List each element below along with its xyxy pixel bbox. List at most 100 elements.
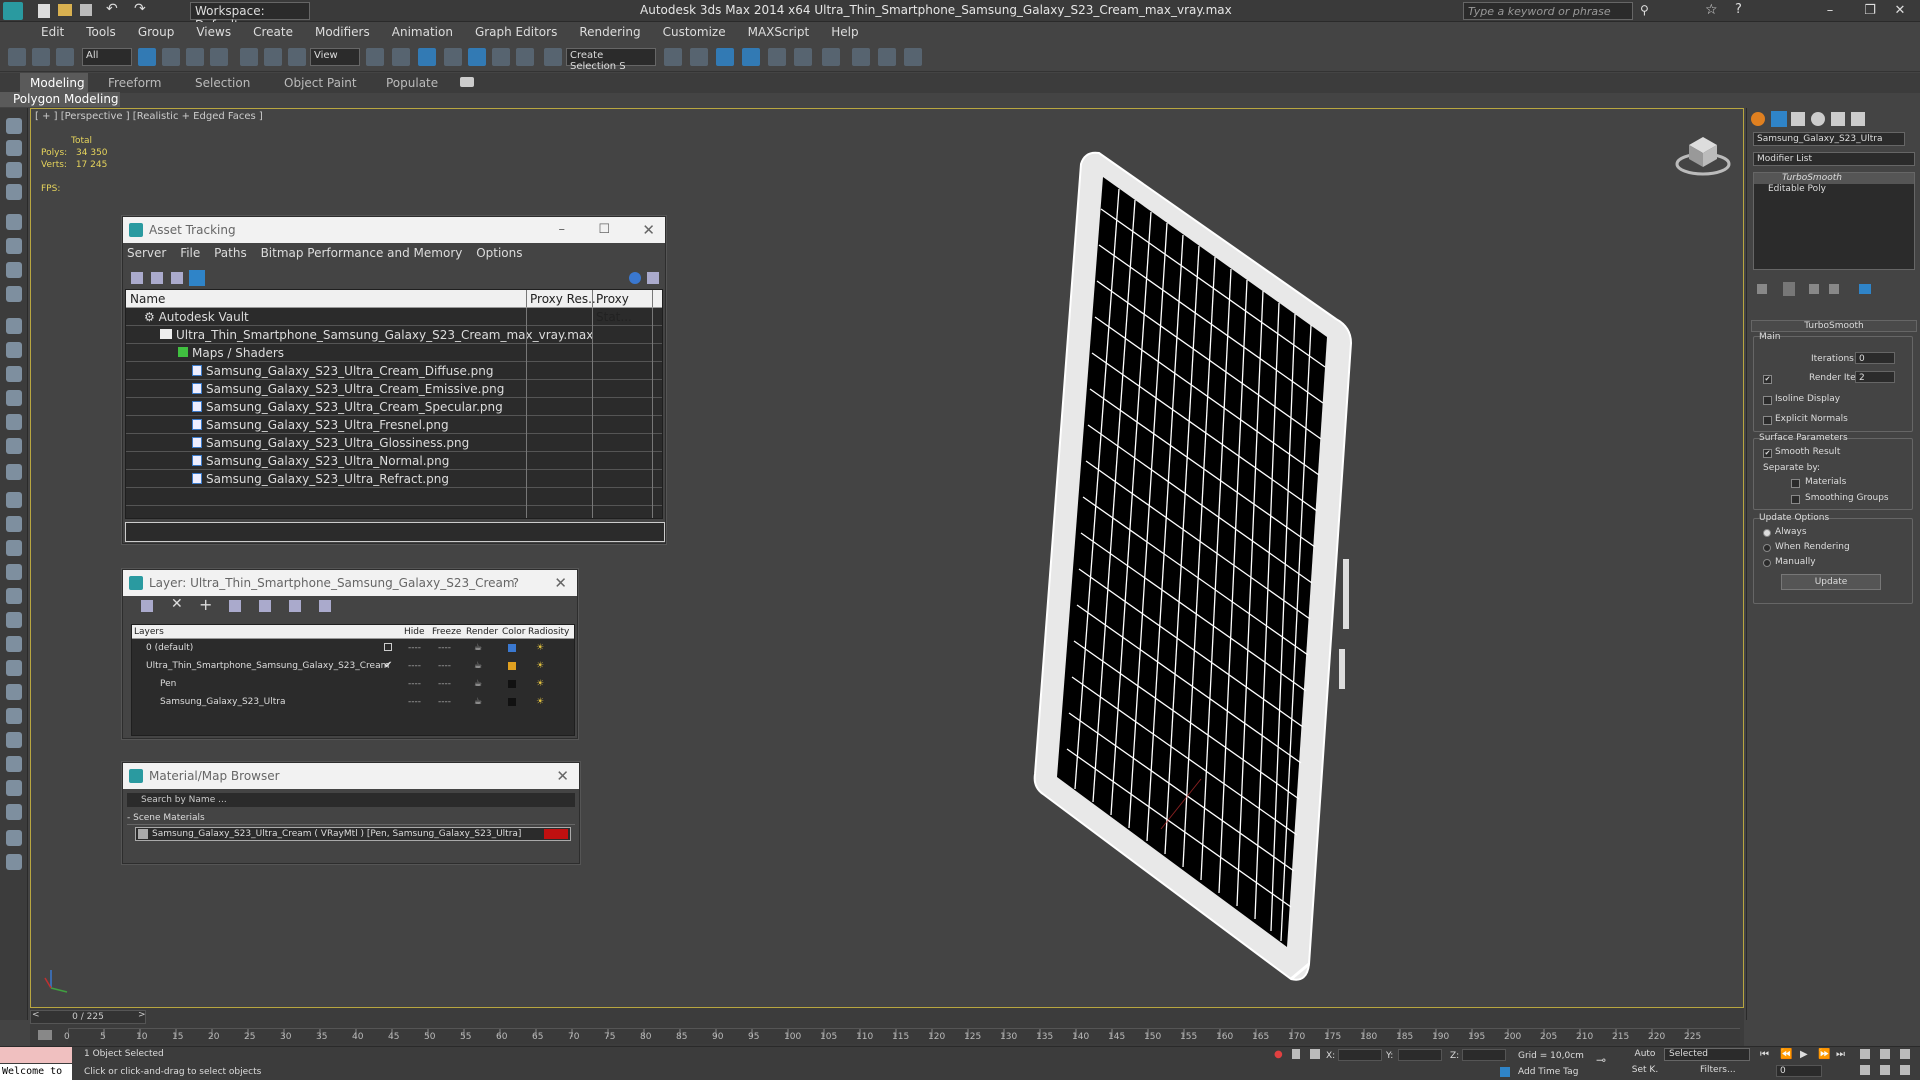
stack-item-turbosmooth[interactable]: TurboSmooth — [1754, 173, 1914, 184]
spinner-snap-icon[interactable] — [516, 48, 534, 66]
ribbon-tab-modeling[interactable]: Modeling — [20, 73, 88, 93]
left-tool-28-icon[interactable] — [6, 780, 22, 796]
layer-color-swatch[interactable] — [508, 680, 516, 688]
new-file-icon[interactable] — [38, 4, 50, 18]
render-teapot-icon[interactable]: ☕ — [474, 657, 482, 675]
asset-help-icon[interactable] — [629, 272, 641, 284]
layer-manager-icon[interactable] — [742, 48, 760, 66]
refresh-icon[interactable] — [131, 272, 143, 284]
ribbon-tab-freeform[interactable]: Freeform — [98, 73, 171, 93]
object-name-field[interactable]: Samsung_Galaxy_S23_Ultra — [1753, 132, 1905, 146]
viewcube-icon[interactable] — [1673, 129, 1733, 179]
materials-checkbox[interactable] — [1791, 479, 1800, 488]
selection-lock-icon[interactable] — [1292, 1049, 1300, 1059]
absolute-mode-icon[interactable] — [1310, 1049, 1320, 1059]
current-layer-check-icon[interactable]: ✔ — [384, 657, 392, 675]
left-tool-30-icon[interactable] — [6, 830, 22, 846]
stack-item-editable-poly[interactable]: Editable Poly — [1754, 184, 1914, 195]
asset-tracking-titlebar[interactable]: Asset Tracking – ☐ ✕ — [123, 217, 665, 243]
render-teapot-icon[interactable]: ☕ — [474, 693, 482, 711]
left-tool-21-icon[interactable] — [6, 612, 22, 628]
smooth-result-checkbox[interactable]: ✔ — [1763, 449, 1772, 458]
left-tool-3-icon[interactable] — [6, 162, 22, 178]
app-logo-icon[interactable] — [3, 2, 23, 20]
layer-row-default[interactable]: 0 (default) ---- ---- ☕ ☀ — [132, 639, 574, 657]
left-tool-8-icon[interactable] — [6, 286, 22, 302]
asset-settings-icon[interactable] — [647, 272, 659, 284]
layer-titlebar[interactable]: Layer: Ultra_Thin_Smartphone_Samsung_Gal… — [123, 570, 577, 596]
left-tool-15-icon[interactable] — [6, 464, 22, 480]
y-coordinate-field[interactable] — [1398, 1049, 1442, 1061]
pivot-center-icon[interactable] — [366, 48, 384, 66]
left-tool-6-icon[interactable] — [6, 238, 22, 254]
rendered-frame-window-icon[interactable] — [904, 48, 922, 66]
left-tool-13-icon[interactable] — [6, 414, 22, 430]
selection-filter-dropdown[interactable]: All — [82, 48, 132, 66]
menu-animation[interactable]: Animation — [381, 22, 464, 42]
hide-all-icon[interactable] — [289, 600, 301, 612]
tree-row-file[interactable]: Samsung_Galaxy_S23_Ultra_Cream_Specular.… — [126, 398, 662, 416]
add-time-tag[interactable]: Add Time Tag — [1518, 1067, 1578, 1077]
left-tool-26-icon[interactable] — [6, 732, 22, 748]
create-tab-icon[interactable] — [1751, 112, 1765, 126]
bind-space-warp-icon[interactable] — [56, 48, 74, 66]
make-unique-icon[interactable] — [1809, 284, 1819, 294]
tree-row-file[interactable]: Samsung_Galaxy_S23_Ultra_Fresnel.png — [126, 416, 662, 434]
asset-tracking-minimize-button[interactable]: – — [559, 217, 566, 243]
layer-help-button[interactable]: ? — [513, 570, 519, 596]
go-to-start-icon[interactable]: ⏮ — [1760, 1049, 1769, 1060]
window-crossing-icon[interactable] — [210, 48, 228, 66]
ribbon-options-icon[interactable] — [460, 77, 474, 87]
zoom-all-icon[interactable] — [1880, 1049, 1890, 1059]
next-frame-icon[interactable]: ⏩ — [1818, 1049, 1830, 1060]
favorites-star-icon[interactable]: ☆ — [1705, 2, 1718, 18]
menu-create[interactable]: Create — [242, 22, 304, 42]
always-radio[interactable] — [1763, 529, 1771, 537]
tree-row-file[interactable]: Samsung_Galaxy_S23_Ultra_Cream_Diffuse.p… — [126, 362, 662, 380]
tree-row-maxfile[interactable]: Ultra_Thin_Smartphone_Samsung_Galaxy_S23… — [126, 326, 662, 344]
orbit-icon[interactable] — [1880, 1065, 1890, 1075]
minimize-button[interactable]: – — [1810, 0, 1850, 22]
save-file-icon[interactable] — [80, 4, 92, 16]
select-in-layer-icon[interactable] — [229, 600, 241, 612]
asset-menu-paths[interactable]: Paths — [214, 246, 247, 260]
col-freeze[interactable]: Freeze — [432, 625, 461, 639]
left-tool-12-icon[interactable] — [6, 390, 22, 406]
create-layer-icon[interactable] — [141, 600, 153, 612]
left-tool-29-icon[interactable] — [6, 804, 22, 820]
add-to-layer-icon[interactable]: + — [199, 595, 212, 614]
when-rendering-radio[interactable] — [1763, 544, 1771, 552]
smoothing-groups-checkbox[interactable] — [1791, 495, 1800, 504]
freeze-toggle[interactable]: ---- — [438, 675, 451, 693]
radiosity-icon[interactable]: ☀ — [536, 693, 544, 711]
freeze-toggle[interactable]: ---- — [438, 693, 451, 711]
menu-edit[interactable]: Edit — [30, 22, 75, 42]
curve-editor-icon[interactable] — [794, 48, 812, 66]
col-render[interactable]: Render — [466, 625, 498, 639]
select-by-name-icon[interactable] — [162, 48, 180, 66]
asset-tracking-close-button[interactable]: ✕ — [642, 217, 655, 243]
render-teapot-icon[interactable]: ☕ — [474, 639, 482, 657]
left-tool-27-icon[interactable] — [6, 756, 22, 772]
col-proxy-res[interactable]: Proxy Res... — [530, 290, 600, 308]
radiosity-icon[interactable]: ☀ — [536, 657, 544, 675]
radiosity-icon[interactable]: ☀ — [536, 675, 544, 693]
left-tool-2-icon[interactable] — [6, 140, 22, 156]
tree-row-file[interactable]: Samsung_Galaxy_S23_Ultra_Cream_Emissive.… — [126, 380, 662, 398]
time-slider-left-icon[interactable]: < — [32, 1010, 40, 1020]
key-filters-button[interactable]: Filters... — [1700, 1065, 1750, 1077]
left-tool-9-icon[interactable] — [6, 318, 22, 334]
ribbon-tab-populate[interactable]: Populate — [376, 73, 448, 93]
layer-color-swatch[interactable] — [508, 644, 516, 652]
percent-snap-icon[interactable] — [492, 48, 510, 66]
tree-row-file[interactable]: Samsung_Galaxy_S23_Ultra_Normal.png — [126, 452, 662, 470]
scene-materials-header[interactable]: - Scene Materials — [127, 813, 575, 825]
set-key-button[interactable]: Set K. — [1628, 1065, 1662, 1077]
menu-customize[interactable]: Customize — [652, 22, 737, 42]
modify-tab-icon[interactable] — [1771, 111, 1787, 127]
open-file-icon[interactable] — [58, 4, 72, 16]
move-icon[interactable] — [240, 48, 258, 66]
freeze-toggle[interactable]: ---- — [438, 657, 451, 675]
search-input[interactable]: Type a keyword or phrase — [1463, 2, 1633, 20]
ribbon-polygon-modeling[interactable]: Polygon Modeling — [0, 92, 120, 107]
